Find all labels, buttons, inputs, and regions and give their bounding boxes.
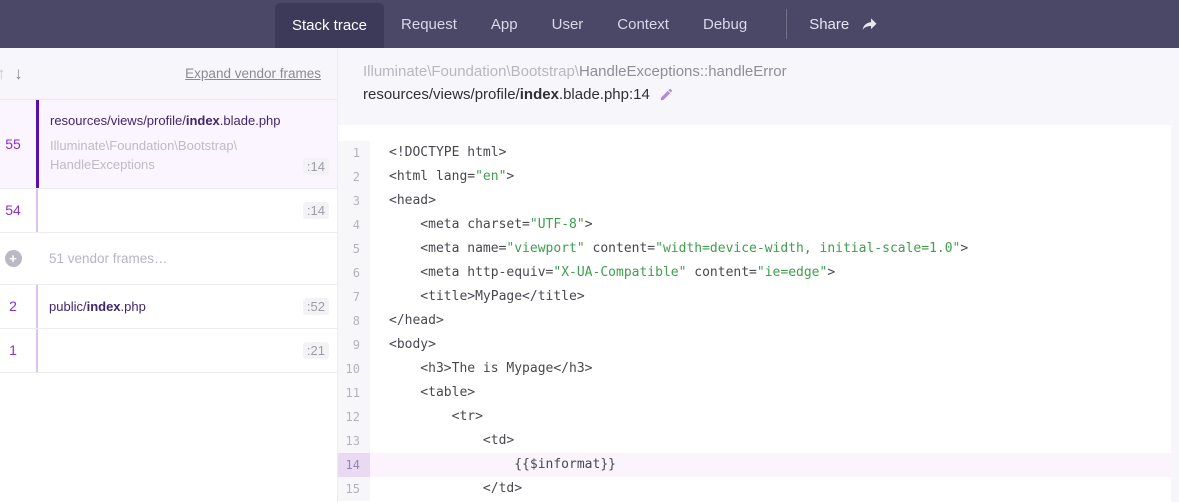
line-number: 1: [338, 141, 370, 165]
line-number: 5: [338, 237, 370, 261]
line-number-badge: :52: [303, 298, 329, 315]
stack-frame-55[interactable]: 55 resources/views/profile/index.blade.ph…: [0, 100, 337, 189]
tab-user[interactable]: User: [535, 0, 601, 48]
code-lines: 1<!DOCTYPE html>2<html lang="en">3<head>…: [338, 141, 1171, 501]
class-prefix: Illuminate\Foundation\Bootstrap\: [363, 63, 579, 80]
code-line-10: 10 <h3>The is Mypage</h3>: [338, 357, 1171, 381]
line-number: 12: [338, 405, 370, 429]
code-text: <html lang="en">: [370, 165, 1171, 189]
vendor-frames-label: 51 vendor frames…: [49, 251, 168, 266]
plus-circle-icon[interactable]: +: [5, 250, 22, 267]
code-text: {{$informat}}: [370, 453, 1171, 477]
code-line-1: 1<!DOCTYPE html>: [338, 141, 1171, 165]
frame-file-path: resources/views/profile/index.blade.php:…: [363, 86, 1179, 103]
code-line-11: 11 <table>: [338, 381, 1171, 405]
file-path-text: resources/views/profile/index.blade.php:…: [363, 86, 650, 103]
frame-number: 2: [0, 285, 36, 328]
code-line-13: 13 <td>: [338, 429, 1171, 453]
line-number: 11: [338, 381, 370, 405]
code-text: <h3>The is Mypage</h3>: [370, 357, 1171, 381]
line-number: 9: [338, 333, 370, 357]
expand-vendor-frames-link[interactable]: Expand vendor frames: [185, 66, 321, 81]
code-line-12: 12 <tr>: [338, 405, 1171, 429]
top-nav: Stack traceRequestAppUserContextDebug Sh…: [0, 0, 1179, 48]
code-line-5: 5 <meta name="viewport" content="width=d…: [338, 237, 1171, 261]
tab-app[interactable]: App: [474, 0, 535, 48]
vendor-frames-row[interactable]: +51 vendor frames…: [0, 233, 337, 285]
frame-class-name: Illuminate\Foundation\Bootstrap\HandleEx…: [363, 63, 1179, 80]
code-text: <table>: [370, 381, 1171, 405]
code-line-15: 15 </td>: [338, 477, 1171, 501]
code-text: <head>: [370, 189, 1171, 213]
stack-frame-54[interactable]: 54 :14: [0, 189, 337, 233]
code-line-14: 14 {{$informat}}: [338, 453, 1171, 477]
sidebar-header: ↑ ↓ Expand vendor frames: [0, 48, 337, 100]
share-label: Share: [809, 16, 849, 33]
line-number: 8: [338, 309, 370, 333]
code-line-8: 8</head>: [338, 309, 1171, 333]
code-text: <meta name="viewport" content="width=dev…: [370, 237, 1171, 261]
share-button[interactable]: Share: [787, 0, 901, 48]
line-number-badge: :21: [303, 342, 329, 359]
frame-file-path: public/index.php: [49, 299, 146, 314]
code-text: </td>: [370, 477, 1171, 501]
content-area: ↑ ↓ Expand vendor frames 55 resources/vie…: [0, 48, 1179, 502]
frame-file-path: resources/views/profile/index.blade.php: [50, 113, 337, 128]
frame-number: 1: [0, 329, 36, 372]
tab-request[interactable]: Request: [384, 0, 474, 48]
code-line-4: 4 <meta charset="UTF-8">: [338, 213, 1171, 237]
code-text: <meta charset="UTF-8">: [370, 213, 1171, 237]
tab-debug[interactable]: Debug: [686, 0, 764, 48]
code-text: <tr>: [370, 405, 1171, 429]
code-line-6: 6 <meta http-equiv="X-UA-Compatible" con…: [338, 261, 1171, 285]
code-text: <td>: [370, 429, 1171, 453]
code-line-7: 7 <title>MyPage</title>: [338, 285, 1171, 309]
nav-tabs: Stack traceRequestAppUserContextDebug: [275, 0, 764, 48]
tab-context[interactable]: Context: [600, 0, 686, 48]
main-panel: Illuminate\Foundation\Bootstrap\HandleEx…: [338, 48, 1179, 502]
frame-method: Illuminate\Foundation\Bootstrap\HandleEx…: [50, 137, 237, 175]
line-number: 14: [338, 453, 370, 477]
code-text: <meta http-equiv="X-UA-Compatible" conte…: [370, 261, 1171, 285]
frame-number: 54: [0, 189, 36, 232]
line-number: 13: [338, 429, 370, 453]
arrow-up-icon[interactable]: ↑: [0, 64, 8, 83]
line-number: 15: [338, 477, 370, 501]
stack-frame-2[interactable]: 2 public/index.php :52: [0, 285, 337, 329]
line-number: 7: [338, 285, 370, 309]
stack-trace-sidebar: ↑ ↓ Expand vendor frames 55 resources/vie…: [0, 48, 338, 502]
code-text: <!DOCTYPE html>: [370, 141, 1171, 165]
code-text: <body>: [370, 333, 1171, 357]
code-text: <title>MyPage</title>: [370, 285, 1171, 309]
frame-header: Illuminate\Foundation\Bootstrap\HandleEx…: [338, 48, 1179, 125]
class-method: HandleExceptions::handleError: [579, 63, 787, 80]
line-number: 3: [338, 189, 370, 213]
code-line-3: 3<head>: [338, 189, 1171, 213]
stack-frame-1[interactable]: 1 :21: [0, 329, 337, 373]
code-line-9: 9<body>: [338, 333, 1171, 357]
line-number: 2: [338, 165, 370, 189]
line-number: 10: [338, 357, 370, 381]
arrow-down-icon[interactable]: ↓: [14, 64, 25, 83]
frame-nav-arrows: ↑ ↓: [0, 64, 25, 84]
vendor-expand-cell: +: [0, 233, 36, 284]
line-number: 4: [338, 213, 370, 237]
line-number: 6: [338, 261, 370, 285]
stack-frames: 55 resources/views/profile/index.blade.ph…: [0, 100, 337, 373]
code-viewer: 1<!DOCTYPE html>2<html lang="en">3<head>…: [338, 125, 1171, 502]
share-arrow-icon: [860, 16, 879, 33]
code-text: </head>: [370, 309, 1171, 333]
code-line-2: 2<html lang="en">: [338, 165, 1171, 189]
pencil-icon[interactable]: [659, 87, 674, 102]
line-number-badge: :14: [303, 202, 329, 219]
line-number-badge: :14: [303, 158, 329, 175]
frame-number: 55: [0, 100, 36, 188]
tab-stack-trace[interactable]: Stack trace: [275, 3, 384, 48]
